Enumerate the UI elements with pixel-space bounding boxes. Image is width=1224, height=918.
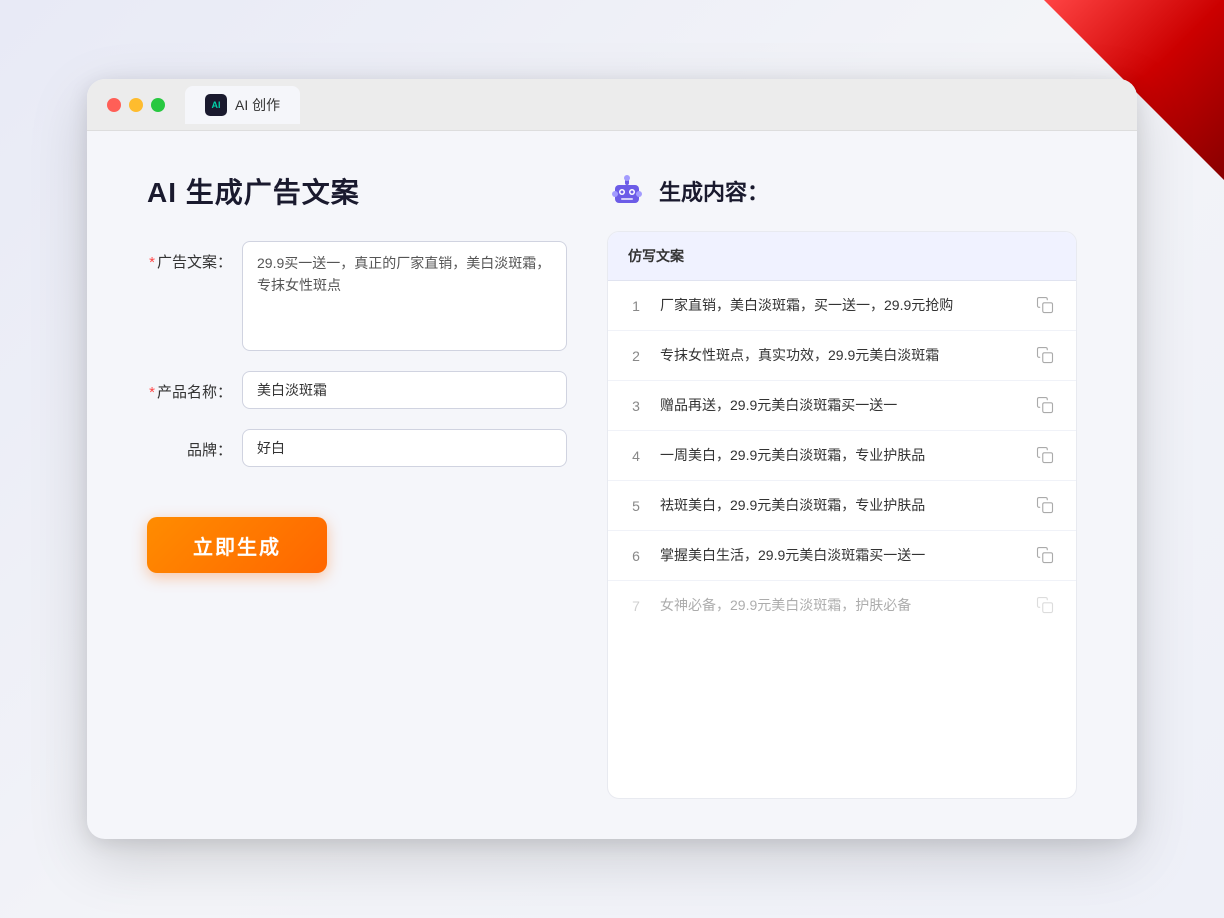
ad-copy-input[interactable] [242, 241, 567, 351]
traffic-lights [107, 98, 165, 112]
table-header: 仿写文案 [608, 232, 1076, 281]
ai-tab-icon: AI [205, 94, 227, 116]
copy-icon[interactable] [1036, 296, 1056, 316]
browser-window: AI AI 创作 AI 生成广告文案 *广告文案： *产品名称： [87, 79, 1137, 839]
row-number: 3 [628, 398, 644, 414]
form-group: *广告文案： *产品名称： 品牌： [147, 241, 567, 467]
row-text: 专抹女性斑点，真实功效，29.9元美白淡斑霜 [660, 345, 1020, 366]
table-row: 4 一周美白，29.9元美白淡斑霜，专业护肤品 [608, 431, 1076, 481]
row-text: 祛斑美白，29.9元美白淡斑霜，专业护肤品 [660, 495, 1020, 516]
product-name-required: * [149, 384, 155, 401]
row-text: 女神必备，29.9元美白淡斑霜，护肤必备 [660, 595, 1020, 616]
ai-tab[interactable]: AI AI 创作 [185, 86, 300, 124]
copy-icon[interactable] [1036, 596, 1056, 616]
row-number: 4 [628, 448, 644, 464]
table-row: 5 祛斑美白，29.9元美白淡斑霜，专业护肤品 [608, 481, 1076, 531]
result-title: 生成内容： [659, 175, 769, 207]
row-number: 6 [628, 548, 644, 564]
copy-icon[interactable] [1036, 396, 1056, 416]
copy-icon[interactable] [1036, 446, 1056, 466]
ad-copy-row: *广告文案： [147, 241, 567, 351]
table-row: 1 厂家直销，美白淡斑霜，买一送一，29.9元抢购 [608, 281, 1076, 331]
ad-copy-label: *广告文案： [147, 241, 232, 272]
results-table: 仿写文案 1 厂家直销，美白淡斑霜，买一送一，29.9元抢购 2 专抹女性斑点，… [607, 231, 1077, 799]
close-button[interactable] [107, 98, 121, 112]
row-text: 赠品再送，29.9元美白淡斑霜买一送一 [660, 395, 1020, 416]
copy-icon[interactable] [1036, 346, 1056, 366]
main-content: AI 生成广告文案 *广告文案： *产品名称： [87, 131, 1137, 839]
brand-label: 品牌： [147, 429, 232, 460]
row-number: 2 [628, 348, 644, 364]
result-header: 生成内容： [607, 171, 1077, 211]
ai-tab-label: AI 创作 [235, 95, 280, 115]
results-body: 1 厂家直销，美白淡斑霜，买一送一，29.9元抢购 2 专抹女性斑点，真实功效，… [608, 281, 1076, 630]
copy-icon[interactable] [1036, 496, 1056, 516]
minimize-button[interactable] [129, 98, 143, 112]
left-panel: AI 生成广告文案 *广告文案： *产品名称： [147, 171, 567, 799]
brand-row: 品牌： [147, 429, 567, 467]
ad-copy-required: * [149, 254, 155, 271]
page-title: AI 生成广告文案 [147, 171, 567, 211]
title-bar: AI AI 创作 [87, 79, 1137, 131]
row-text: 一周美白，29.9元美白淡斑霜，专业护肤品 [660, 445, 1020, 466]
product-name-label: *产品名称： [147, 371, 232, 402]
table-row: 3 赠品再送，29.9元美白淡斑霜买一送一 [608, 381, 1076, 431]
brand-input[interactable] [242, 429, 567, 467]
product-name-row: *产品名称： [147, 371, 567, 409]
table-row: 7 女神必备，29.9元美白淡斑霜，护肤必备 [608, 581, 1076, 630]
right-panel: 生成内容： 仿写文案 1 厂家直销，美白淡斑霜，买一送一，29.9元抢购 2 专… [607, 171, 1077, 799]
table-row: 6 掌握美白生活，29.9元美白淡斑霜买一送一 [608, 531, 1076, 581]
row-number: 1 [628, 298, 644, 314]
product-name-input[interactable] [242, 371, 567, 409]
row-number: 5 [628, 498, 644, 514]
table-row: 2 专抹女性斑点，真实功效，29.9元美白淡斑霜 [608, 331, 1076, 381]
row-number: 7 [628, 598, 644, 614]
row-text: 厂家直销，美白淡斑霜，买一送一，29.9元抢购 [660, 295, 1020, 316]
robot-icon [607, 171, 647, 211]
copy-icon[interactable] [1036, 546, 1056, 566]
generate-button[interactable]: 立即生成 [147, 517, 327, 573]
row-text: 掌握美白生活，29.9元美白淡斑霜买一送一 [660, 545, 1020, 566]
maximize-button[interactable] [151, 98, 165, 112]
